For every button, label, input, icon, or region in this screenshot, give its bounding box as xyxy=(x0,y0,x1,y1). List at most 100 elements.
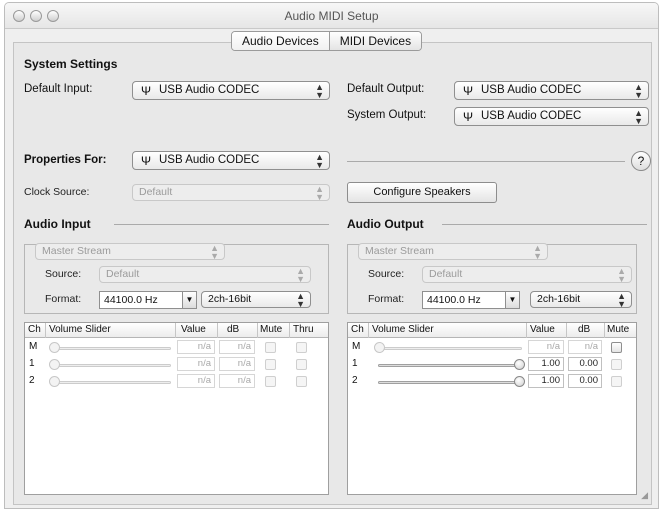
db-field[interactable]: 0.00 xyxy=(568,374,602,388)
mute-checkbox[interactable] xyxy=(611,342,622,353)
column-header-ch[interactable]: Ch xyxy=(351,324,364,335)
output-source-popup[interactable]: Default ▲ ▼ xyxy=(422,266,632,284)
input-bits-value: 2ch-16bit xyxy=(208,293,252,305)
volume-slider[interactable] xyxy=(378,364,522,367)
audio-input-channel-table: Ch Volume Slider Value dB Mute Thru Mn/a… xyxy=(24,322,329,495)
dropdown-arrow-icon[interactable]: ▼ xyxy=(182,292,196,308)
up-down-arrows-icon: ▲ ▼ xyxy=(296,291,305,309)
db-field[interactable]: n/a xyxy=(568,340,602,354)
clock-source-label: Clock Source: xyxy=(24,186,90,198)
default-output-label: Default Output: xyxy=(347,83,425,95)
dropdown-arrow-icon[interactable]: ▼ xyxy=(505,292,519,308)
audio-input-stream-group: Master Stream ▲ ▼ Source: Default ▲ ▼ Form… xyxy=(24,243,329,314)
table-row: 1 n/a n/a xyxy=(25,356,328,373)
column-header-volume[interactable]: Volume Slider xyxy=(372,324,434,335)
thru-checkbox[interactable] xyxy=(296,359,307,370)
db-field[interactable]: n/a xyxy=(219,357,255,371)
audio-output-heading: Audio Output xyxy=(347,217,424,231)
up-down-arrows-icon: ▲ ▼ xyxy=(315,184,324,202)
output-rate-combo[interactable]: 44100.0 Hz ▼ xyxy=(422,291,520,309)
column-header-ch[interactable]: Ch xyxy=(28,324,41,335)
table-row: 2 n/a n/a xyxy=(25,373,328,390)
volume-slider-knob[interactable] xyxy=(514,376,525,387)
volume-slider[interactable] xyxy=(378,347,522,350)
db-field[interactable]: n/a xyxy=(219,374,255,388)
system-output-popup[interactable]: Ψ USB Audio CODEC ▲ ▼ xyxy=(454,107,649,126)
help-button[interactable]: ? xyxy=(631,151,651,171)
value-field[interactable]: n/a xyxy=(528,340,564,354)
input-source-popup[interactable]: Default ▲ ▼ xyxy=(99,266,311,284)
output-source-label: Source: xyxy=(368,268,405,280)
column-header-value[interactable]: Value xyxy=(181,324,206,335)
up-down-arrows-icon: ▲ ▼ xyxy=(210,243,219,261)
input-rate-combo[interactable]: 44100.0 Hz ▼ xyxy=(99,291,197,309)
value-field[interactable]: n/a xyxy=(177,340,215,354)
properties-for-label: Properties For: xyxy=(24,154,107,166)
tab-audio-devices[interactable]: Audio Devices xyxy=(232,32,329,50)
properties-for-popup[interactable]: Ψ USB Audio CODEC ▲ ▼ xyxy=(132,151,330,170)
value-field[interactable]: 1.00 xyxy=(528,357,564,371)
audio-output-divider xyxy=(442,224,647,225)
volume-slider[interactable] xyxy=(53,347,171,350)
default-input-popup[interactable]: Ψ USB Audio CODEC ▲ ▼ xyxy=(132,81,330,100)
mute-checkbox[interactable] xyxy=(265,376,276,387)
channel-label: M xyxy=(29,341,38,352)
output-stream-popup[interactable]: Master Stream ▲ ▼ xyxy=(358,243,548,261)
column-header-volume[interactable]: Volume Slider xyxy=(49,324,111,335)
audio-input-divider xyxy=(114,224,329,225)
volume-slider[interactable] xyxy=(53,381,171,384)
up-down-arrows-icon: ▲ ▼ xyxy=(617,266,626,284)
default-input-label: Default Input: xyxy=(24,83,93,95)
tab-content-panel: System Settings Default Input: Ψ USB Aud… xyxy=(13,42,652,505)
mute-checkbox[interactable] xyxy=(265,342,276,353)
device-tabs: Audio Devices MIDI Devices xyxy=(231,31,423,51)
column-header-db[interactable]: dB xyxy=(578,324,590,335)
thru-checkbox[interactable] xyxy=(296,376,307,387)
mute-checkbox[interactable] xyxy=(611,359,622,370)
column-header-mute[interactable]: Mute xyxy=(260,324,282,335)
output-bits-popup[interactable]: 2ch-16bit ▲ ▼ xyxy=(530,291,632,309)
output-bits-value: 2ch-16bit xyxy=(537,293,581,305)
default-output-value: USB Audio CODEC xyxy=(481,84,582,96)
value-field[interactable]: n/a xyxy=(177,374,215,388)
mute-checkbox[interactable] xyxy=(611,376,622,387)
help-question-icon: ? xyxy=(637,154,645,168)
tab-midi-devices[interactable]: MIDI Devices xyxy=(328,32,422,50)
usb-icon: Ψ xyxy=(463,110,474,124)
properties-divider xyxy=(347,161,625,162)
column-header-mute[interactable]: Mute xyxy=(607,324,629,335)
volume-slider[interactable] xyxy=(53,364,171,367)
volume-slider-knob[interactable] xyxy=(49,359,60,370)
clock-source-value: Default xyxy=(139,186,173,198)
value-field[interactable]: 1.00 xyxy=(528,374,564,388)
audio-input-heading: Audio Input xyxy=(24,217,91,231)
column-header-value[interactable]: Value xyxy=(530,324,555,335)
table-row: Mn/a n/a xyxy=(348,339,636,356)
input-stream-popup[interactable]: Master Stream ▲ ▼ xyxy=(35,243,225,261)
input-stream-value: Master Stream xyxy=(42,245,111,257)
value-field[interactable]: n/a xyxy=(177,357,215,371)
output-source-value: Default xyxy=(429,268,463,280)
volume-slider-knob[interactable] xyxy=(49,376,60,387)
input-bits-popup[interactable]: 2ch-16bit ▲ ▼ xyxy=(201,291,311,309)
mute-checkbox[interactable] xyxy=(265,359,276,370)
default-output-popup[interactable]: Ψ USB Audio CODEC ▲ ▼ xyxy=(454,81,649,100)
properties-for-value: USB Audio CODEC xyxy=(159,154,260,166)
volume-slider-knob[interactable] xyxy=(374,342,385,353)
volume-slider-knob[interactable] xyxy=(49,342,60,353)
volume-slider[interactable] xyxy=(378,381,522,384)
volume-slider-knob[interactable] xyxy=(514,359,525,370)
system-settings-heading: System Settings xyxy=(24,57,118,71)
db-field[interactable]: n/a xyxy=(219,340,255,354)
db-field[interactable]: 0.00 xyxy=(568,357,602,371)
thru-checkbox[interactable] xyxy=(296,342,307,353)
default-input-value: USB Audio CODEC xyxy=(159,84,260,96)
window-title: Audio MIDI Setup xyxy=(284,9,379,23)
resize-grip-icon[interactable]: ◢ xyxy=(641,490,648,501)
title-bar[interactable]: Audio MIDI Setup xyxy=(5,3,658,29)
configure-speakers-button[interactable]: Configure Speakers xyxy=(347,182,497,203)
clock-source-popup[interactable]: Default ▲ ▼ xyxy=(132,184,330,202)
column-header-thru[interactable]: Thru xyxy=(293,324,314,335)
column-header-db[interactable]: dB xyxy=(227,324,239,335)
table-row: 2 1.00 0.00 xyxy=(348,373,636,390)
